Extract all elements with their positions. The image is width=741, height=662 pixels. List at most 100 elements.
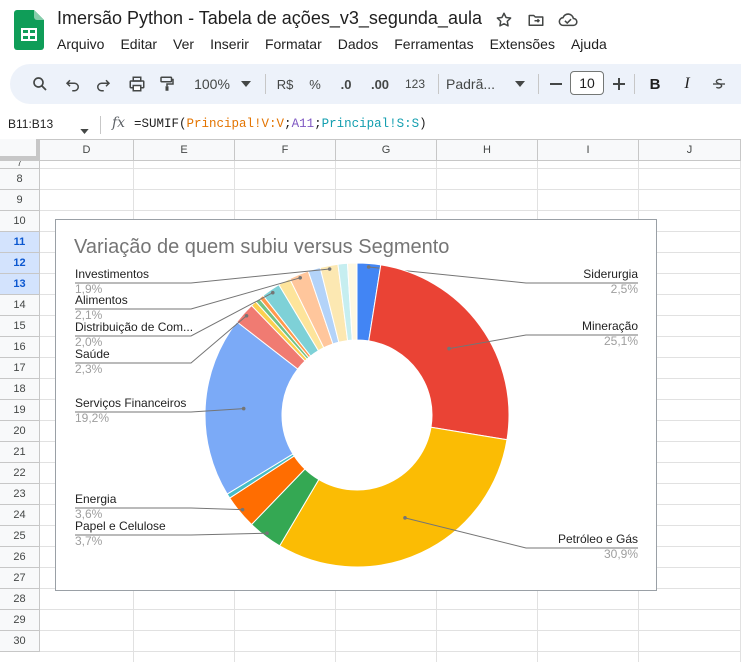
select-all-corner[interactable] xyxy=(0,139,40,160)
formula-part: ) xyxy=(419,117,427,131)
slice-label-name: Distribuição de Com... xyxy=(75,320,193,334)
formula-part: =SUMIF( xyxy=(134,117,187,131)
strikethrough-icon[interactable] xyxy=(709,72,729,96)
row-header-20[interactable]: 20 xyxy=(0,421,40,442)
slice-label-value: 19,2% xyxy=(75,411,109,425)
column-header-j[interactable]: J xyxy=(639,139,741,160)
row-header-25[interactable]: 25 xyxy=(0,526,40,547)
row-header-28[interactable]: 28 xyxy=(0,589,40,610)
row-header-23[interactable]: 23 xyxy=(0,484,40,505)
row-header-19[interactable]: 19 xyxy=(0,400,40,421)
formula-range-ref: Principal!S:S xyxy=(321,117,420,131)
column-header-g[interactable]: G xyxy=(336,139,437,160)
move-folder-icon[interactable] xyxy=(526,10,546,30)
font-size-input[interactable]: 10 xyxy=(570,71,604,95)
row-header-16[interactable]: 16 xyxy=(0,337,40,358)
row-header-8[interactable]: 8 xyxy=(0,169,40,190)
bold-button[interactable]: B xyxy=(645,72,665,96)
row-header-26[interactable]: 26 xyxy=(0,547,40,568)
row-header-15[interactable]: 15 xyxy=(0,316,40,337)
currency-format-button[interactable]: R$ xyxy=(274,72,296,96)
row-header-7[interactable]: 7 xyxy=(0,161,40,169)
row-header-14[interactable]: 14 xyxy=(0,295,40,316)
slice-label-value: 2,5% xyxy=(611,282,639,296)
more-formats-button[interactable]: 123 xyxy=(402,72,428,96)
formula-bar: B11:B13 fx =SUMIF(Principal!V:V;A11;Prin… xyxy=(0,112,741,138)
star-icon[interactable] xyxy=(494,10,514,30)
document-title[interactable]: Imersão Python - Tabela de ações_v3_segu… xyxy=(57,8,482,29)
label-anchor-dot xyxy=(240,507,245,512)
increase-decimal-button[interactable]: .00 xyxy=(367,72,393,96)
menu-ajuda[interactable]: Ajuda xyxy=(571,36,607,52)
increase-font-size-icon[interactable] xyxy=(610,72,628,96)
menu-ferramentas[interactable]: Ferramentas xyxy=(394,36,473,52)
grid-row-line xyxy=(40,651,741,652)
name-box-chevron-down-icon[interactable] xyxy=(80,121,89,139)
sheets-logo-icon[interactable] xyxy=(14,10,44,50)
formula-bar-divider xyxy=(100,116,101,134)
decrease-decimal-button[interactable]: .0 xyxy=(335,72,357,96)
redo-icon[interactable] xyxy=(91,72,115,96)
font-family-select[interactable]: Padrã... xyxy=(446,72,502,96)
menu-ver[interactable]: Ver xyxy=(173,36,194,52)
column-header-i[interactable]: I xyxy=(538,139,639,160)
menu-editar[interactable]: Editar xyxy=(120,36,157,52)
label-anchor-dot xyxy=(265,531,269,535)
paint-format-icon[interactable] xyxy=(155,72,179,96)
slice-petr-leo-e-g-s[interactable] xyxy=(278,426,508,568)
row-header-11[interactable]: 11 xyxy=(0,232,40,253)
toolbar-divider xyxy=(538,74,539,94)
row-header-27[interactable]: 27 xyxy=(0,568,40,589)
formula-range-ref: Principal!V:V xyxy=(186,117,285,131)
menu-extensoes[interactable]: Extensões xyxy=(490,36,555,52)
row-header-24[interactable]: 24 xyxy=(0,505,40,526)
row-header-9[interactable]: 9 xyxy=(0,190,40,211)
zoom-select[interactable]: 100% xyxy=(190,72,234,96)
name-box[interactable]: B11:B13 xyxy=(8,117,53,131)
slice-label-name: Energia xyxy=(75,492,117,506)
label-anchor-dot xyxy=(298,276,302,280)
column-header-f[interactable]: F xyxy=(235,139,336,160)
slice-label-value: 3,6% xyxy=(75,507,103,521)
cloud-saved-icon[interactable] xyxy=(558,10,578,30)
print-icon[interactable] xyxy=(125,72,149,96)
menu-inserir[interactable]: Inserir xyxy=(210,36,249,52)
slice-label-value: 2,1% xyxy=(75,308,103,322)
function-icon: fx xyxy=(112,115,126,131)
row-header-30[interactable]: 30 xyxy=(0,631,40,652)
menu-dados[interactable]: Dados xyxy=(338,36,378,52)
row-header-12[interactable]: 12 xyxy=(0,253,40,274)
undo-icon[interactable] xyxy=(61,72,85,96)
italic-button[interactable]: I xyxy=(677,72,697,96)
row-header-18[interactable]: 18 xyxy=(0,379,40,400)
row-header-17[interactable]: 17 xyxy=(0,358,40,379)
formula-cell-ref: A11 xyxy=(291,117,315,131)
grid-row-line xyxy=(40,630,741,631)
row-header-10[interactable]: 10 xyxy=(0,211,40,232)
percent-format-button[interactable]: % xyxy=(306,72,324,96)
slice-label-name: Serviços Financeiros xyxy=(75,396,186,410)
slice-label-value: 2,3% xyxy=(75,362,103,376)
font-chevron-down-icon[interactable] xyxy=(513,72,527,96)
formula-input[interactable]: =SUMIF(Principal!V:V;A11;Principal!S:S) xyxy=(134,117,427,131)
decrease-font-size-icon[interactable] xyxy=(547,72,565,96)
label-leader-line xyxy=(75,532,268,536)
label-anchor-dot xyxy=(327,267,332,271)
column-header-e[interactable]: E xyxy=(134,139,235,160)
label-anchor-dot xyxy=(366,265,371,269)
slice-minera-o[interactable] xyxy=(368,264,510,441)
menu-bar: Arquivo Editar Ver Inserir Formatar Dado… xyxy=(57,36,623,52)
column-header-d[interactable]: D xyxy=(40,139,134,160)
zoom-chevron-down-icon[interactable] xyxy=(239,72,253,96)
slice-label-name: Saúde xyxy=(75,347,110,361)
search-icon[interactable] xyxy=(28,72,52,96)
row-header-22[interactable]: 22 xyxy=(0,463,40,484)
row-header-21[interactable]: 21 xyxy=(0,442,40,463)
label-anchor-dot xyxy=(270,290,275,295)
menu-arquivo[interactable]: Arquivo xyxy=(57,36,104,52)
menu-formatar[interactable]: Formatar xyxy=(265,36,322,52)
column-header-h[interactable]: H xyxy=(437,139,538,160)
row-header-29[interactable]: 29 xyxy=(0,610,40,631)
donut-chart[interactable]: Variação de quem subiu versus Segmento S… xyxy=(55,219,657,591)
row-header-13[interactable]: 13 xyxy=(0,274,40,295)
